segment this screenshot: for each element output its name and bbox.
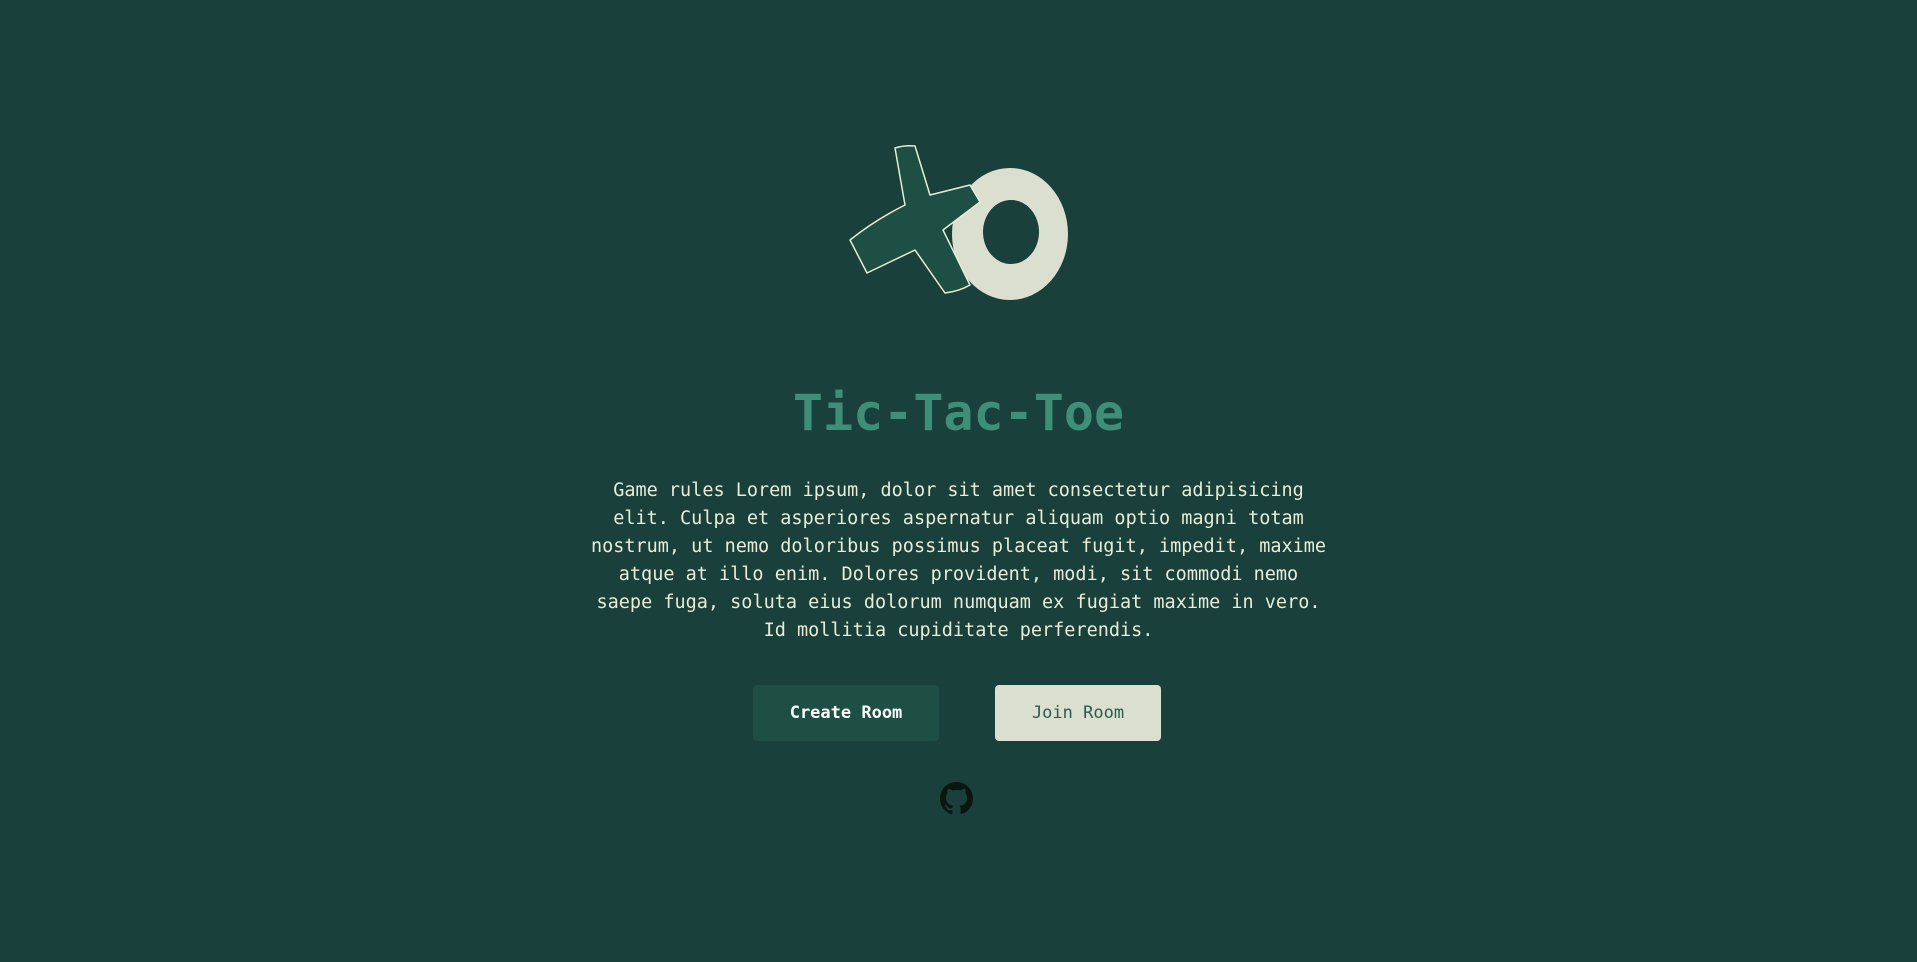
landing-page: Tic-Tac-Toe Game rules Lorem ipsum, dolo… bbox=[0, 0, 1917, 962]
page-title: Tic-Tac-Toe bbox=[792, 384, 1125, 442]
github-icon[interactable] bbox=[940, 782, 973, 815]
create-room-button[interactable]: Create Room bbox=[753, 685, 939, 741]
xo-logo-icon bbox=[849, 145, 1068, 300]
game-rules-text: Game rules Lorem ipsum, dolor sit amet c… bbox=[590, 480, 1327, 641]
o-hole bbox=[983, 200, 1039, 264]
join-room-button[interactable]: Join Room bbox=[995, 685, 1161, 741]
